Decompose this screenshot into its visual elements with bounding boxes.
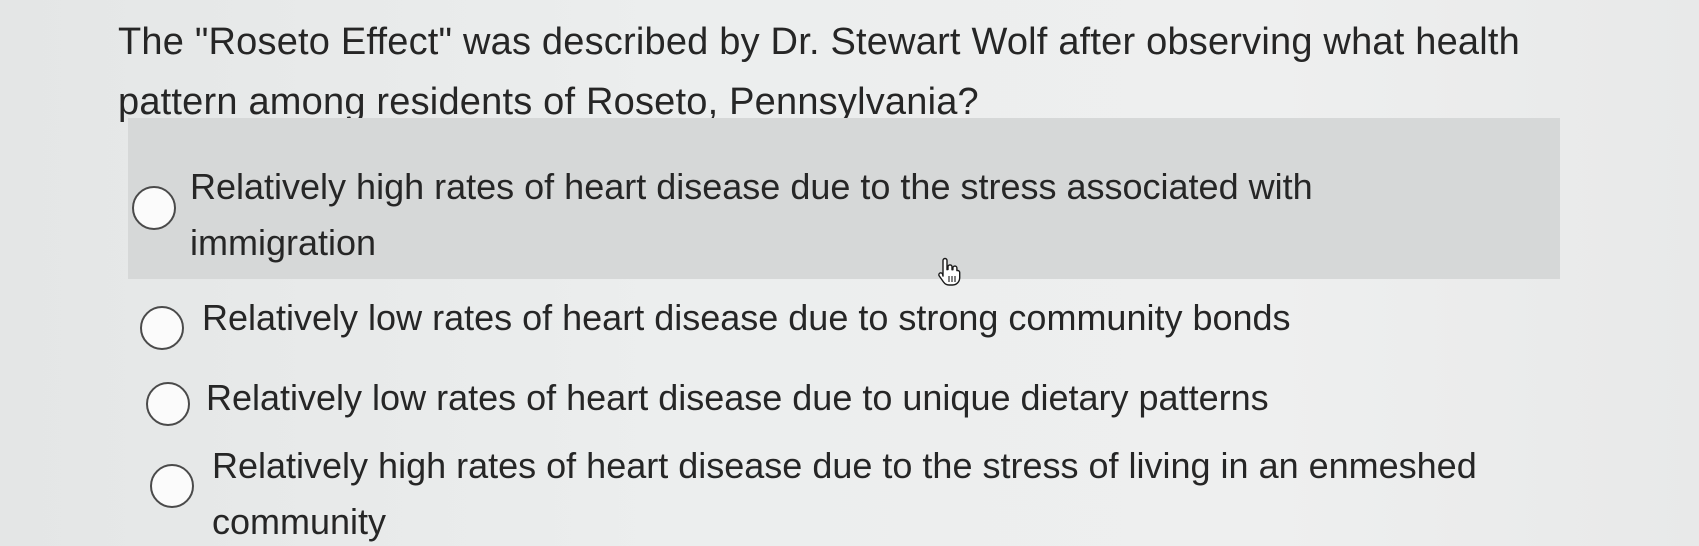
answer-option-3-label[interactable]: Relatively low rates of heart disease du… bbox=[206, 370, 1506, 426]
answer-option-1[interactable]: Relatively high rates of heart disease d… bbox=[128, 118, 1560, 279]
answer-option-1-label[interactable]: Relatively high rates of heart disease d… bbox=[190, 159, 1460, 271]
radio-button-4[interactable] bbox=[150, 464, 194, 508]
radio-button-2[interactable] bbox=[140, 306, 184, 350]
answer-option-2-label[interactable]: Relatively low rates of heart disease du… bbox=[202, 290, 1502, 346]
answer-option-3[interactable]: Relatively low rates of heart disease du… bbox=[128, 362, 1560, 426]
question-text: The "Roseto Effect" was described by Dr.… bbox=[118, 21, 1520, 123]
answer-option-4-label[interactable]: Relatively high rates of heart disease d… bbox=[212, 438, 1512, 546]
radio-button-3[interactable] bbox=[146, 382, 190, 426]
answer-option-2[interactable]: Relatively low rates of heart disease du… bbox=[128, 286, 1560, 350]
radio-button-1[interactable] bbox=[132, 186, 176, 230]
answer-option-4[interactable]: Relatively high rates of heart disease d… bbox=[128, 438, 1560, 546]
quiz-screen: The "Roseto Effect" was described by Dr.… bbox=[0, 0, 1699, 546]
